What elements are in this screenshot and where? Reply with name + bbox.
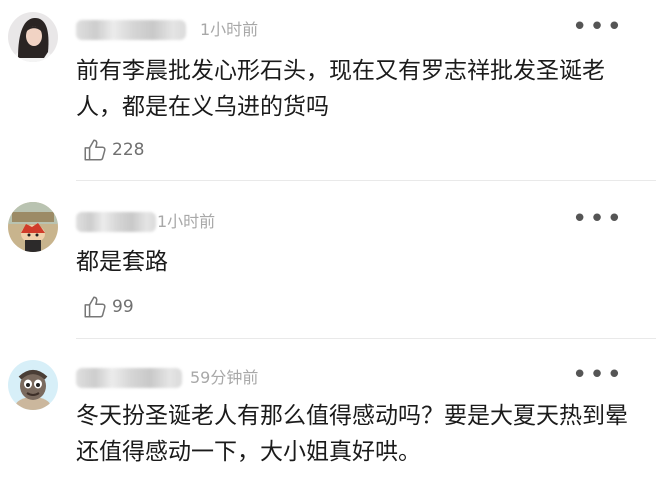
- more-dots-icon[interactable]: •••: [572, 362, 624, 388]
- comment-text: 冬天扮圣诞老人有那么值得感动吗？要是大夏天热到晕还值得感动一下，大小姐真好哄。: [76, 403, 628, 465]
- like-count: 228: [112, 140, 145, 160]
- like-count: 99: [112, 297, 134, 317]
- comment-text: 前有李晨批发心形石头，现在又有罗志祥批发圣诞老人，都是在义乌进的货吗: [76, 58, 605, 120]
- username-blurred[interactable]: [76, 212, 156, 232]
- more-dots-icon[interactable]: •••: [572, 206, 624, 232]
- comment-time: 1小时前: [157, 212, 216, 231]
- avatar[interactable]: [8, 12, 58, 62]
- comment-time: 59分钟前: [190, 368, 259, 387]
- thumbs-up-icon: [84, 139, 106, 161]
- like-button[interactable]: 99: [82, 293, 134, 321]
- comment-text: 都是套路: [76, 249, 168, 275]
- divider: [76, 338, 656, 339]
- username-blurred[interactable]: [76, 20, 186, 40]
- avatar[interactable]: [8, 202, 58, 252]
- more-dots-icon[interactable]: •••: [572, 14, 624, 40]
- comment-time: 1小时前: [200, 20, 259, 39]
- avatar[interactable]: [8, 360, 58, 410]
- username-blurred[interactable]: [76, 368, 182, 388]
- thumbs-up-icon: [84, 296, 106, 318]
- like-button[interactable]: 228: [82, 136, 144, 164]
- divider: [76, 180, 656, 181]
